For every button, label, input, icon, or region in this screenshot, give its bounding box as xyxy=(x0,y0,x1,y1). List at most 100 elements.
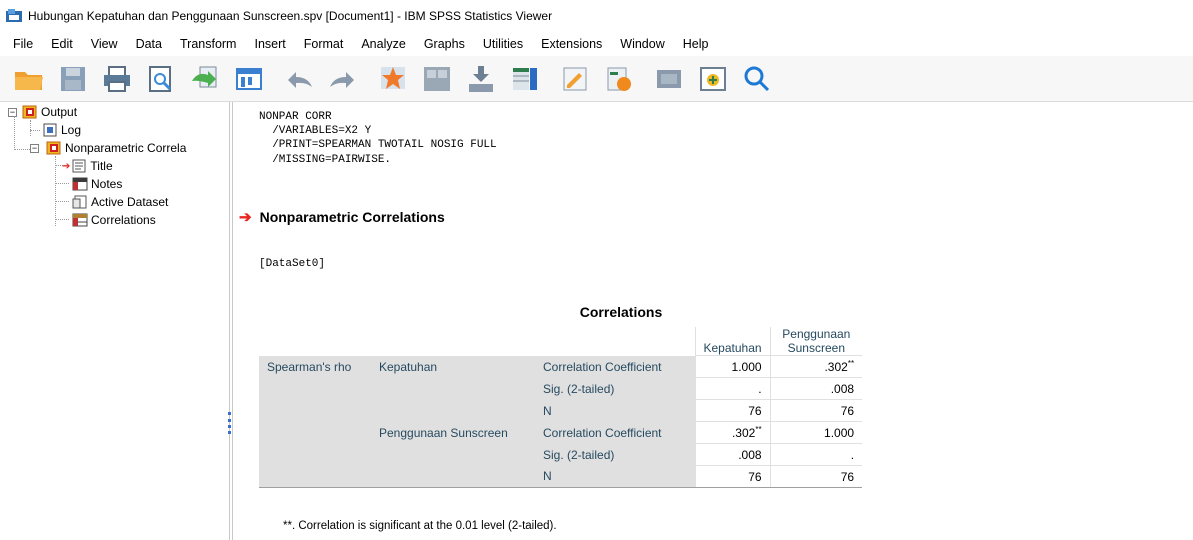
menu-analyze[interactable]: Analyze xyxy=(352,35,414,53)
menu-format[interactable]: Format xyxy=(295,35,353,53)
redo-icon[interactable] xyxy=(326,62,360,96)
current-item-arrow-icon: ➔ xyxy=(62,160,71,172)
row-label-empty xyxy=(371,465,535,488)
outline-label-active-dataset: Active Dataset xyxy=(91,195,169,209)
header-blank xyxy=(259,327,371,356)
outline-label-log: Log xyxy=(61,123,82,137)
table-cell: .008 xyxy=(694,443,771,466)
outline-item-title[interactable]: ➔ Title xyxy=(62,158,113,174)
header-blank xyxy=(535,327,695,356)
section-title: Nonparametric Correlations xyxy=(259,209,445,225)
cell-value: .302 xyxy=(731,425,756,440)
output-content-pane: NONPAR CORR /VARIABLES=X2 Y /PRINT=SPEAR… xyxy=(233,102,1193,540)
outline-item-active-dataset[interactable]: Active Dataset xyxy=(72,194,168,210)
run-script-icon[interactable] xyxy=(602,62,636,96)
table-cell: 76 xyxy=(769,399,863,422)
show-hide-icon[interactable] xyxy=(652,62,686,96)
toolbar xyxy=(0,56,1193,102)
print-icon[interactable] xyxy=(100,62,134,96)
menu-graphs[interactable]: Graphs xyxy=(415,35,474,53)
header-blank xyxy=(371,327,535,356)
row-label-method: Spearman's rho xyxy=(259,355,371,378)
notes-table-icon xyxy=(72,177,88,191)
outline-label-nonparametric: Nonparametric Correla xyxy=(65,141,187,155)
insert-variable-icon[interactable] xyxy=(508,62,542,96)
outline-item-notes[interactable]: Notes xyxy=(72,176,122,192)
title-bar: Hubungan Kepatuhan dan Penggunaan Sunscr… xyxy=(0,0,1193,32)
row-label-statistic: Correlation Coefficient xyxy=(535,421,695,444)
outline-item-correlations[interactable]: Correlations xyxy=(72,212,156,228)
significance-mark: ** xyxy=(755,424,762,434)
insert-output-icon[interactable] xyxy=(696,62,730,96)
collapse-group-toggle[interactable]: − xyxy=(30,144,39,153)
output-book-icon xyxy=(46,141,62,155)
column-header-penggunaan: Penggunaan Sunscreen xyxy=(769,327,863,356)
search-icon[interactable] xyxy=(740,62,774,96)
menu-view[interactable]: View xyxy=(82,35,127,53)
insert-cases-icon[interactable] xyxy=(464,62,498,96)
current-item-arrow-icon: ➔ xyxy=(239,209,252,226)
recall-dialog-icon[interactable] xyxy=(232,62,266,96)
dataset-label: [DataSet0] xyxy=(259,258,326,270)
table-row: Sig. (2-tailed) .008 . xyxy=(259,443,863,466)
outline-label-output: Output xyxy=(41,105,78,119)
menu-edit[interactable]: Edit xyxy=(42,35,82,53)
outline-label-title: Title xyxy=(90,159,113,173)
row-label-statistic: Correlation Coefficient xyxy=(535,355,695,378)
output-book-icon xyxy=(22,105,38,119)
undo-icon[interactable] xyxy=(282,62,316,96)
tree-connector xyxy=(55,156,56,226)
window-title: Hubungan Kepatuhan dan Penggunaan Sunscr… xyxy=(28,9,553,23)
pivot-table-icon xyxy=(72,213,88,227)
row-label-statistic: Sig. (2-tailed) xyxy=(535,443,695,466)
table-cell: . xyxy=(694,377,771,400)
row-label-statistic: N xyxy=(535,465,695,488)
menu-extensions[interactable]: Extensions xyxy=(532,35,611,53)
table-cell: 76 xyxy=(694,465,771,488)
row-label-empty xyxy=(259,465,371,488)
splitter-grip[interactable] xyxy=(228,412,231,434)
goto-variable-icon[interactable] xyxy=(420,62,454,96)
dataset-icon xyxy=(72,195,88,209)
row-label-variable: Penggunaan Sunscreen xyxy=(371,421,535,444)
designate-window-icon[interactable] xyxy=(558,62,592,96)
table-row: Spearman's rho Kepatuhan Correlation Coe… xyxy=(259,355,863,378)
table-header-row: Kepatuhan Penggunaan Sunscreen xyxy=(259,327,863,356)
table-cell: 1.000 xyxy=(694,355,771,378)
menu-bar: File Edit View Data Transform Insert For… xyxy=(0,32,1193,56)
table-row: Penggunaan Sunscreen Correlation Coeffic… xyxy=(259,421,863,444)
print-preview-icon[interactable] xyxy=(144,62,178,96)
outline-item-output[interactable]: Output xyxy=(22,104,77,120)
section-heading: ➔ Nonparametric Correlations xyxy=(239,208,445,226)
menu-insert[interactable]: Insert xyxy=(245,35,294,53)
export-icon[interactable] xyxy=(188,62,222,96)
goto-case-icon[interactable] xyxy=(376,62,410,96)
collapse-output-toggle[interactable]: − xyxy=(8,108,17,117)
tree-connector xyxy=(55,201,69,202)
table-cell: 76 xyxy=(694,399,771,422)
column-header-kepatuhan: Kepatuhan xyxy=(694,327,771,356)
table-cell: 1.000 xyxy=(769,421,863,444)
menu-window[interactable]: Window xyxy=(611,35,673,53)
row-label-empty xyxy=(371,443,535,466)
save-icon[interactable] xyxy=(56,62,90,96)
menu-transform[interactable]: Transform xyxy=(171,35,246,53)
outline-item-log[interactable]: Log xyxy=(42,122,81,138)
table-title: Correlations xyxy=(579,304,663,320)
row-label-empty xyxy=(259,443,371,466)
menu-data[interactable]: Data xyxy=(127,35,171,53)
menu-utilities[interactable]: Utilities xyxy=(474,35,532,53)
correlations-table[interactable]: Kepatuhan Penggunaan Sunscreen Spearman'… xyxy=(259,327,863,488)
table-row: N 76 76 xyxy=(259,465,863,488)
menu-help[interactable]: Help xyxy=(674,35,718,53)
open-icon[interactable] xyxy=(12,62,46,96)
spss-viewer-icon xyxy=(6,9,22,23)
table-footnote: **. Correlation is significant at the 0.… xyxy=(283,520,557,532)
tree-connector xyxy=(55,219,69,220)
tree-connector xyxy=(14,149,30,150)
row-label-empty xyxy=(259,399,371,422)
row-label-empty xyxy=(259,377,371,400)
outline-item-nonparametric[interactable]: Nonparametric Correla xyxy=(46,140,186,156)
row-label-empty xyxy=(259,421,371,444)
menu-file[interactable]: File xyxy=(4,35,42,53)
